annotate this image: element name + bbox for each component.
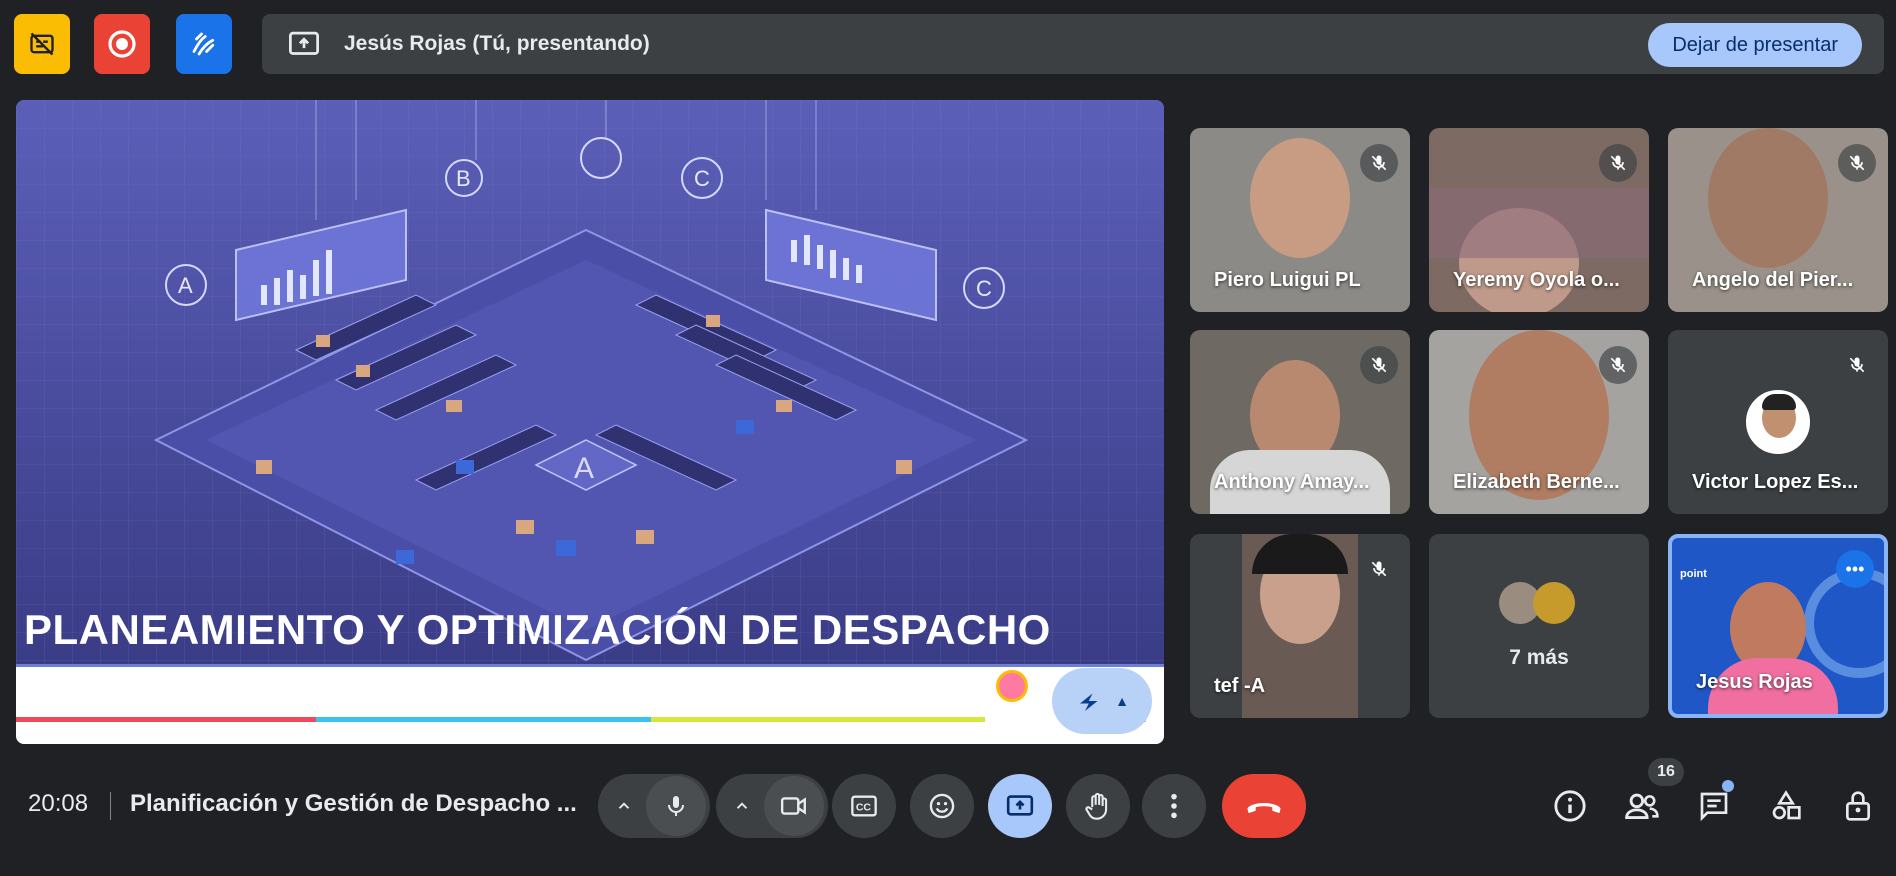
svg-text:A: A xyxy=(574,452,594,485)
captions-off-button[interactable] xyxy=(14,14,70,74)
participant-name: Angelo del Pier... xyxy=(1692,269,1854,291)
info-icon xyxy=(1554,790,1586,822)
footer-stripe-blue xyxy=(316,717,651,722)
svg-text:A: A xyxy=(178,273,193,298)
mic-off-icon xyxy=(1360,144,1398,182)
participant-count-badge: 16 xyxy=(1648,758,1684,786)
participant-tile[interactable]: Anthony Amay... xyxy=(1190,330,1410,514)
more-options-icon[interactable]: ••• xyxy=(1836,550,1874,588)
present-screen-icon xyxy=(286,26,322,62)
activities-icon xyxy=(1772,790,1801,820)
hang-up-icon xyxy=(1247,803,1281,814)
participant-name: Jesus Rojas xyxy=(1696,671,1813,693)
participant-background xyxy=(1429,188,1649,258)
raise-hand-icon xyxy=(1085,792,1108,820)
more-participants-label: 7 más xyxy=(1509,646,1569,669)
record-icon xyxy=(108,30,136,58)
chevron-up-icon: ▲ xyxy=(1115,693,1129,709)
whiteboard-icon xyxy=(192,32,215,56)
microphone-icon[interactable] xyxy=(646,776,706,836)
background-text: point xyxy=(1680,568,1707,580)
more-participants-tile[interactable]: 7 más xyxy=(1429,534,1649,718)
more-vert-icon xyxy=(1171,793,1177,819)
more-options-button[interactable] xyxy=(1142,774,1206,838)
captions-button[interactable]: CC xyxy=(832,774,896,838)
mic-off-icon xyxy=(1360,346,1398,384)
host-controls-button[interactable] xyxy=(1836,784,1880,828)
participant-tile[interactable]: Angelo del Pier... xyxy=(1668,128,1888,312)
participant-tile[interactable]: Elizabeth Berne... xyxy=(1429,330,1649,514)
meeting-info-button[interactable] xyxy=(1548,784,1592,828)
avatar xyxy=(1744,388,1812,456)
warehouse-illustration: A A B C C xyxy=(16,100,1164,664)
presentation-slide: A AB CC PLANEAMIENTO Y OPTIMIZACIÓN DE D… xyxy=(16,100,1164,744)
participant-video xyxy=(1708,128,1828,268)
mic-off-icon xyxy=(1599,346,1637,384)
activities-button[interactable] xyxy=(1764,784,1808,828)
chat-icon xyxy=(1700,792,1728,822)
participant-name: Anthony Amay... xyxy=(1214,471,1370,493)
presenting-label: Jesús Rojas (Tú, presentando) xyxy=(344,32,650,55)
clock: 20:08 xyxy=(28,790,89,817)
self-participant-tile[interactable]: point ••• Jesus Rojas xyxy=(1668,534,1888,718)
leave-call-button[interactable] xyxy=(1222,774,1306,838)
participant-name: Piero Luigui PL xyxy=(1214,269,1361,291)
mic-off-icon xyxy=(1360,550,1398,588)
participant-tile[interactable]: Yeremy Oyola o... xyxy=(1429,128,1649,312)
lock-person-icon xyxy=(1846,791,1870,821)
reactions-fab[interactable]: ▲ xyxy=(1052,668,1152,734)
people-icon xyxy=(1625,793,1659,819)
presenting-bar: Jesús Rojas (Tú, presentando) Dejar de p… xyxy=(262,14,1884,74)
present-screen-button[interactable] xyxy=(988,774,1052,838)
mic-off-icon xyxy=(1838,144,1876,182)
footer-stripe-red xyxy=(16,717,316,722)
whiteboard-button[interactable] xyxy=(176,14,232,74)
participant-tile[interactable]: tef -A xyxy=(1190,534,1410,718)
lightning-icon xyxy=(1080,693,1098,711)
svg-text:CC: CC xyxy=(856,802,872,814)
svg-text:C: C xyxy=(976,276,992,301)
avatar xyxy=(1533,582,1575,624)
camera-control[interactable] xyxy=(716,774,828,838)
divider xyxy=(110,792,111,820)
reaction-avatar xyxy=(996,670,1028,702)
mic-off-icon xyxy=(1838,346,1876,384)
emoji-icon xyxy=(929,793,955,819)
recording-button[interactable] xyxy=(94,14,150,74)
people-button[interactable] xyxy=(1620,784,1664,828)
emoji-button[interactable] xyxy=(910,774,974,838)
participant-name: Victor Lopez Es... xyxy=(1692,471,1859,493)
mic-control[interactable] xyxy=(598,774,710,838)
participant-tile[interactable]: Piero Luigui PL xyxy=(1190,128,1410,312)
slide-title: PLANEAMIENTO Y OPTIMIZACIÓN DE DESPACHO xyxy=(24,606,1051,653)
raise-hand-button[interactable] xyxy=(1066,774,1130,838)
svg-text:B: B xyxy=(456,166,471,191)
closed-captions-icon: CC xyxy=(851,795,877,817)
chevron-up-icon[interactable] xyxy=(720,774,764,838)
meeting-title: Planificación y Gestión de Despacho ... xyxy=(130,790,577,817)
chat-notification-dot xyxy=(1722,780,1734,792)
participant-video xyxy=(1250,138,1350,258)
hide-captions-icon xyxy=(30,32,54,56)
participant-name: tef -A xyxy=(1214,675,1266,697)
present-screen-icon xyxy=(1006,795,1034,816)
stop-presenting-button[interactable]: Dejar de presentar xyxy=(1648,23,1862,67)
participant-tile[interactable]: Victor Lopez Es... xyxy=(1668,330,1888,514)
mic-off-icon xyxy=(1599,144,1637,182)
participant-name: Elizabeth Berne... xyxy=(1453,471,1620,493)
chevron-up-icon[interactable] xyxy=(602,774,646,838)
footer-stripe-yellow xyxy=(651,717,985,722)
svg-text:C: C xyxy=(694,166,710,191)
participant-name: Yeremy Oyola o... xyxy=(1453,269,1620,291)
camera-icon[interactable] xyxy=(764,776,824,836)
slide-footer: I xyxy=(16,664,1164,744)
